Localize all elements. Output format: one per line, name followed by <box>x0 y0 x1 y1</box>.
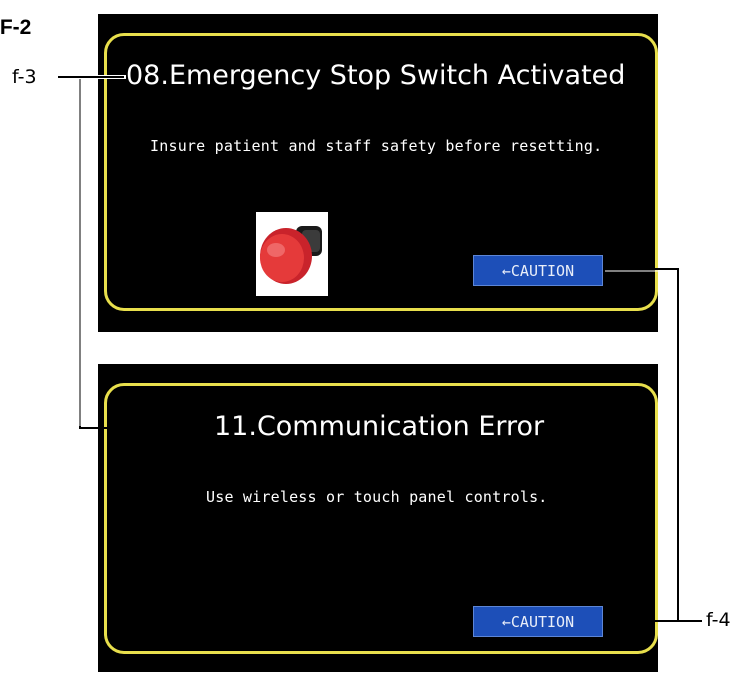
callout-leader-lines <box>58 75 702 622</box>
callout-f4-label: f-4 <box>706 609 731 631</box>
callout-f3-label: f-3 <box>12 66 37 88</box>
